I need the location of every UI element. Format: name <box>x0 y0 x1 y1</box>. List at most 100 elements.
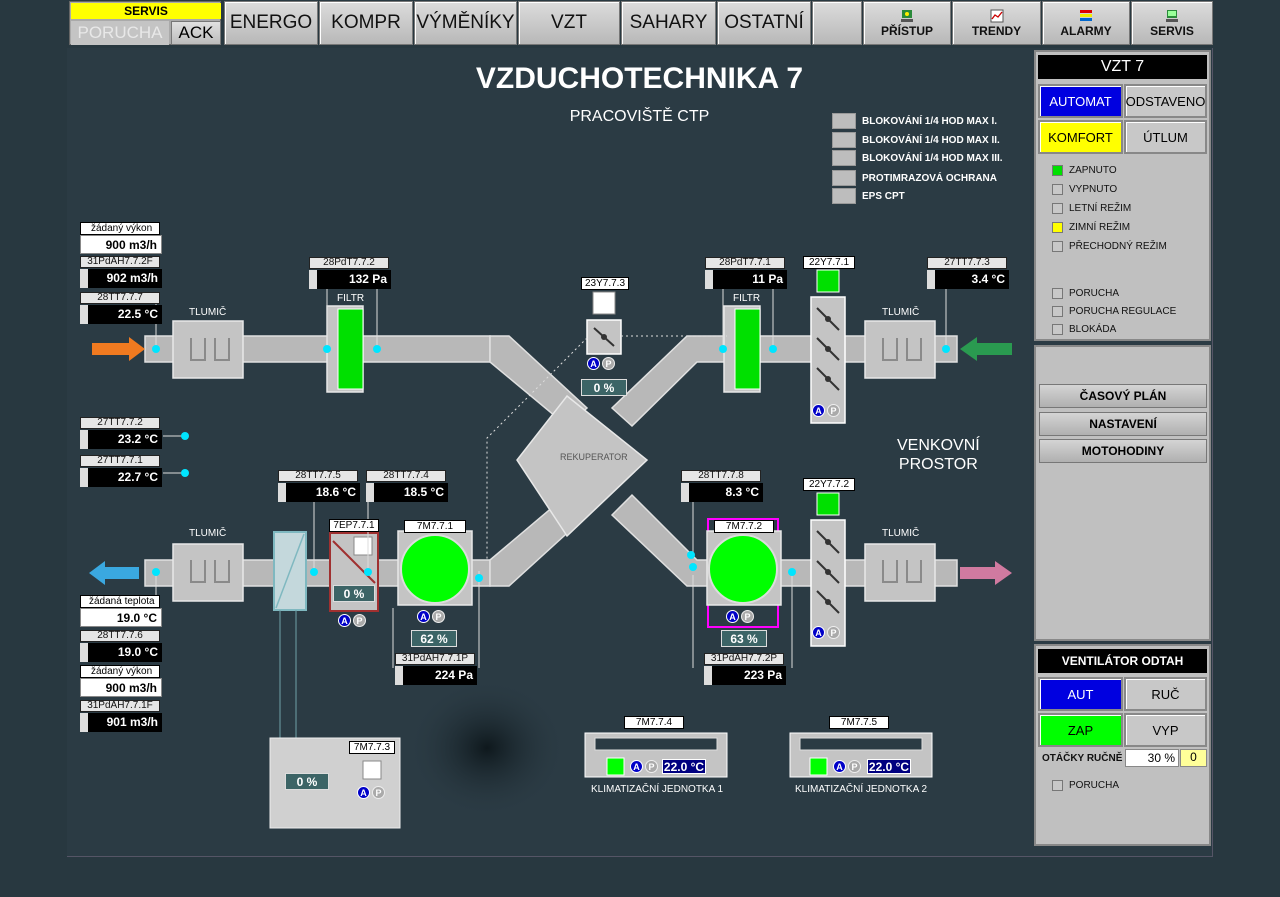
silencer-label-2: TLUMIČ <box>882 307 920 318</box>
fault-regulace: PORUCHA REGULACE <box>1052 306 1176 317</box>
odstaveno-button[interactable]: ODSTAVENO <box>1124 84 1207 118</box>
ac1-vent <box>594 737 718 751</box>
arrow-supply-out <box>89 561 139 585</box>
fault-blokada: BLOKÁDA <box>1052 324 1116 335</box>
nav-sahary[interactable]: SAHARY <box>621 1 716 45</box>
trendy-button[interactable]: TRENDY <box>952 1 1041 45</box>
bypass-ap[interactable]: AP <box>587 357 615 370</box>
required-flow2-value[interactable]: 900 m3/h <box>80 678 162 697</box>
fan2-ap[interactable]: AP <box>726 610 754 623</box>
filter-right-value: 11 Pa <box>705 270 787 289</box>
damper-bottom-tag: 22Y7.7.2 <box>803 478 855 491</box>
trend-icon <box>990 9 1003 22</box>
fan-fault-porucha: PORUCHA <box>1052 780 1119 791</box>
fan-ruc-button[interactable]: RUČ <box>1124 677 1207 711</box>
ac1-ap[interactable]: AP <box>630 760 658 773</box>
legend-item-4: PROTIMRAZOVÁ OCHRANA <box>832 170 997 186</box>
settings-button[interactable]: NASTAVENÍ <box>1039 412 1207 436</box>
schedule-button[interactable]: ČASOVÝ PLÁN <box>1039 384 1207 408</box>
panel-title: VZT 7 <box>1038 55 1207 79</box>
nav-energo[interactable]: ENERGO <box>224 1 318 45</box>
temp-value-2: 23.2 °C <box>80 430 162 449</box>
fan-zap-button[interactable]: ZAP <box>1038 713 1123 747</box>
status-zimni: ZIMNÍ REŽIM <box>1052 222 1130 233</box>
access-icon <box>901 9 913 22</box>
servis-btn-label: SERVIS <box>1150 23 1194 38</box>
flow-tag: 31PdAH7.7.2F <box>80 256 160 268</box>
ac1-status <box>606 757 625 776</box>
legend-item-1: BLOKOVÁNÍ 1/4 HOD MAX I. <box>832 113 997 129</box>
service-icon <box>1166 9 1178 22</box>
filter-left-value: 132 Pa <box>309 270 391 289</box>
damper-top-tag: 22Y7.7.1 <box>803 256 855 269</box>
required-flow-label: žádaný výkon <box>80 222 160 235</box>
pristup-button[interactable]: PŘÍSTUP <box>863 1 951 45</box>
temp-tag-1: 27TT7.7.1 <box>80 455 160 467</box>
ac2-vent <box>799 737 923 751</box>
temp-tag-6: 28TT7.7.6 <box>80 630 160 642</box>
status-vypnuto: VYPNUTO <box>1052 184 1117 195</box>
temp-value-1: 22.7 °C <box>80 468 162 487</box>
ac1-label: KLIMATIZAČNÍ JEDNOTKA 1 <box>591 784 724 795</box>
pump-percent: 0 % <box>285 773 329 790</box>
silencer-top-right <box>864 320 936 379</box>
pristup-label: PŘÍSTUP <box>880 23 933 38</box>
silencer-label-1: TLUMIČ <box>189 307 227 318</box>
ac2-ap[interactable]: AP <box>833 760 861 773</box>
alarmy-label: ALARMY <box>1060 23 1112 38</box>
damper-top-ap[interactable]: AP <box>812 404 840 417</box>
fan2-pressure-tag: 31PdAH7.7.2P <box>704 653 784 665</box>
heater-percent: 0 % <box>333 585 375 602</box>
nav-vymeniky[interactable]: VÝMĚNÍKY <box>414 1 517 45</box>
ac1-tag: 7M7.7.4 <box>624 716 684 729</box>
filter-right-media <box>734 308 761 390</box>
temp-value-4: 18.5 °C <box>366 483 448 502</box>
nav-ostatni[interactable]: OSTATNÍ <box>717 1 811 45</box>
required-flow-value[interactable]: 900 m3/h <box>80 235 162 254</box>
temp-tag-5: 28TT7.7.5 <box>278 470 358 482</box>
bypass-percent: 0 % <box>581 379 627 396</box>
arrow-exhaust-out <box>960 561 1012 585</box>
outside-temp-tag: 27TT7.7.3 <box>927 257 1007 269</box>
fan2-rotor <box>708 534 778 604</box>
alarmy-button[interactable]: ALARMY <box>1042 1 1130 45</box>
legend-item-2: BLOKOVÁNÍ 1/4 HOD MAX II. <box>832 132 1000 148</box>
fan-aut-button[interactable]: AUT <box>1038 677 1123 711</box>
bypass-tag: 23Y7.7.3 <box>581 277 629 290</box>
automat-button[interactable]: AUTOMAT <box>1038 84 1123 118</box>
nav-vzt[interactable]: VZT <box>518 1 620 45</box>
pump-tag: 7M7.7.3 <box>349 741 395 754</box>
ac2-label: KLIMATIZAČNÍ JEDNOTKA 2 <box>795 784 928 795</box>
temp-tag-7: 28TT7.7.7 <box>80 292 160 304</box>
manual-speed-input[interactable]: 0 <box>1180 749 1207 767</box>
outside-temp-value: 3.4 °C <box>927 270 1009 289</box>
exhaust-fan-panel: VENTILÁTOR ODTAH AUT RUČ ZAP VYP OTÁČKY … <box>1034 644 1211 846</box>
temp-tag-4: 28TT7.7.4 <box>366 470 446 482</box>
legend-item-3: BLOKOVÁNÍ 1/4 HOD MAX III. <box>832 150 1003 166</box>
fan1-ap[interactable]: AP <box>417 610 445 623</box>
silencer-bottom-right <box>864 543 936 602</box>
damper-bottom-ap[interactable]: AP <box>812 626 840 639</box>
temp-tag-2: 27TT7.7.2 <box>80 417 160 429</box>
fan1-pressure-tag: 31PdAH7.7.1P <box>395 653 475 665</box>
pump-indicator <box>362 760 382 780</box>
motor-hours-button[interactable]: MOTOHODINY <box>1039 439 1207 463</box>
required-temp-value[interactable]: 19.0 °C <box>80 608 162 627</box>
heater-ap[interactable]: AP <box>338 614 366 627</box>
ack-button[interactable]: ACK <box>171 21 221 45</box>
fan2-pressure-value: 223 Pa <box>704 666 786 685</box>
ac2-status <box>809 757 828 776</box>
nav-kompr[interactable]: KOMPR <box>319 1 413 45</box>
silencer-top-left <box>172 320 244 379</box>
scada-screen: SERVIS PORUCHA ACK ENERGO KOMPR VÝMĚNÍKY… <box>0 0 1280 897</box>
required-temp-label: žádaná teplota <box>80 595 160 608</box>
servis-button[interactable]: SERVIS <box>1131 1 1213 45</box>
utlum-button[interactable]: ÚTLUM <box>1124 120 1207 154</box>
komfort-button[interactable]: KOMFORT <box>1038 120 1123 154</box>
fan-vyp-button[interactable]: VYP <box>1124 713 1207 747</box>
vzt-control-panel: VZT 7 AUTOMAT ODSTAVENO KOMFORT ÚTLUM ZA… <box>1034 50 1211 341</box>
pump-ap[interactable]: AP <box>357 786 385 799</box>
silencer-bottom-left <box>172 543 244 602</box>
trendy-label: TRENDY <box>971 23 1022 38</box>
fan1-rotor <box>400 534 470 604</box>
